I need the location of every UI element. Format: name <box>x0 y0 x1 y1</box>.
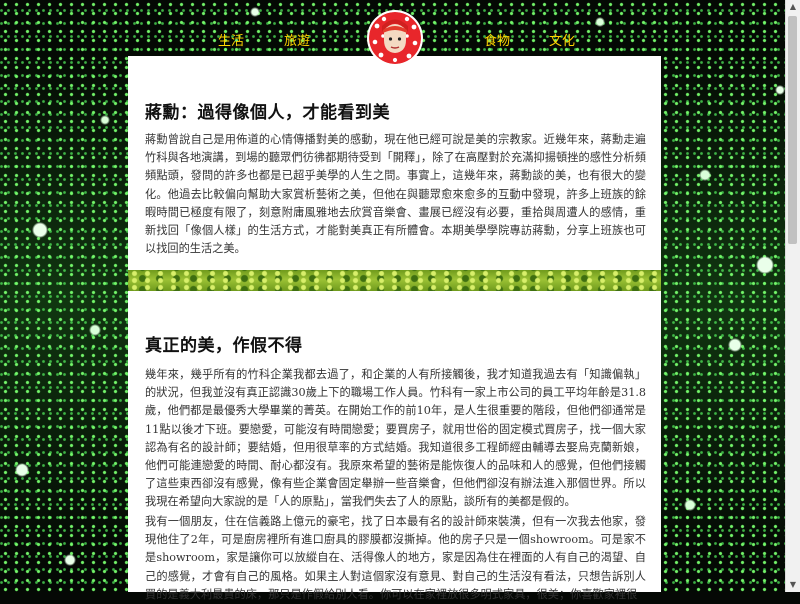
nav-item-life[interactable]: 生活 <box>218 30 244 49</box>
site-logo[interactable] <box>369 12 421 64</box>
nav-item-culture[interactable]: 文化 <box>549 30 575 49</box>
article-intro-card: 蔣勳：過得像個人，才能看到美 蔣勳曾說自己是用佈道的心情傳播對美的感動，現在他已… <box>128 56 661 270</box>
article-title: 蔣勳：過得像個人，才能看到美 <box>145 103 390 123</box>
decorative-divider-band <box>128 270 661 291</box>
section-paragraph: 幾年來，幾乎所有的竹科企業我都去過了，和企業的人有所接觸後，我才知道我過去有「知… <box>145 368 646 509</box>
scroll-down-arrow-icon[interactable]: ▼ <box>786 578 800 592</box>
vertical-scrollbar[interactable]: ▲ ▼ <box>785 0 800 592</box>
nav-item-travel[interactable]: 旅遊 <box>284 30 310 49</box>
section-paragraph: 我有一個朋友，住在信義路上億元的豪宅，找了日本最有名的設計師來裝潢，但有一次我去… <box>145 515 646 601</box>
article-section-card: 真正的美，作假不得 幾年來，幾乎所有的竹科企業我都去過了，和企業的人有所接觸後，… <box>128 291 661 601</box>
article-intro-paragraph: 蔣勳曾說自己是用佈道的心情傳播對美的感動，現在他已經可說是美的宗教家。近幾年來，… <box>145 133 646 256</box>
scrollbar-thumb[interactable] <box>788 16 797 244</box>
nav-item-food[interactable]: 食物 <box>484 30 510 49</box>
polka-dot-portrait-icon <box>369 12 421 64</box>
scroll-up-arrow-icon[interactable]: ▲ <box>786 0 800 14</box>
section-title: 真正的美，作假不得 <box>145 336 303 356</box>
